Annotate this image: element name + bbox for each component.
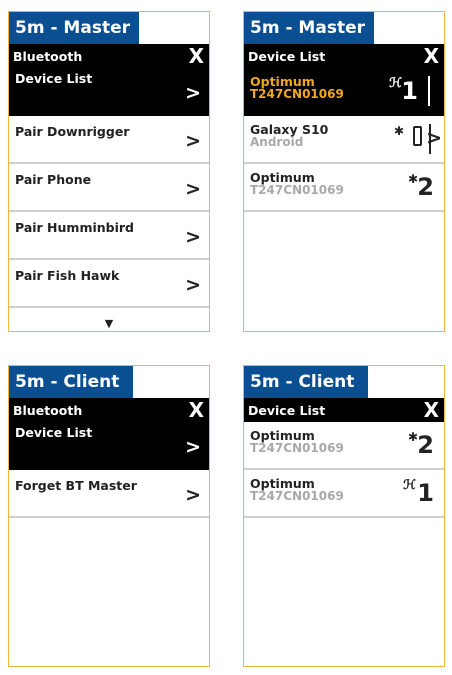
chevron-right-icon: >	[185, 130, 201, 152]
device-row-optimum-2[interactable]: Optimum T247CN01069 ✱ 2	[244, 164, 444, 212]
menu-item-device-list[interactable]: Device List >	[9, 68, 209, 116]
panel-tag: 5m - Client	[9, 366, 133, 398]
separator-bar	[428, 76, 430, 106]
panel-tag: 5m - Client	[244, 366, 368, 398]
menu-item-pair-humminbird[interactable]: Pair Humminbird >	[9, 212, 209, 260]
close-icon[interactable]: X	[189, 46, 204, 66]
device-number: 2	[417, 173, 434, 201]
device-number: 2	[417, 431, 434, 459]
menu-item-label: Pair Phone	[15, 172, 92, 187]
menu-item-label: Pair Downrigger	[15, 124, 130, 139]
menu-item-label: Device List	[15, 71, 93, 86]
device-serial: T247CN01069	[250, 441, 344, 455]
device-row-optimum-1[interactable]: Optimum T247CN01069 ℋ 1	[244, 470, 444, 518]
menu-item-label: Forget BT Master	[15, 478, 137, 493]
client-device-list-panel: Device List X Optimum T247CN01069 ✱ 2 Op…	[243, 365, 445, 667]
master-bluetooth-panel: Bluetooth X Device List > Pair Downrigge…	[8, 11, 210, 332]
chevron-right-icon: >	[185, 436, 201, 458]
menu-title: Bluetooth	[13, 402, 83, 418]
chevron-right-icon: >	[185, 484, 201, 506]
menu-item-pair-phone[interactable]: Pair Phone >	[9, 164, 209, 212]
chevron-right-icon: >	[185, 274, 201, 296]
menu-item-device-list[interactable]: Device List >	[9, 422, 209, 470]
menu-item-label: Device List	[15, 425, 93, 440]
client-bluetooth-panel: Bluetooth X Device List > Forget BT Mast…	[8, 365, 210, 667]
scroll-down-icon[interactable]: ▼	[9, 318, 209, 329]
menu-title: Bluetooth	[13, 48, 83, 64]
menu-header: Device List X	[244, 44, 444, 68]
bluetooth-icon: ✱	[393, 124, 404, 138]
menu-header: Device List X	[244, 398, 444, 422]
device-row-optimum-2[interactable]: Optimum T247CN01069 ✱ 2	[244, 422, 444, 470]
menu-title: Device List	[248, 402, 326, 418]
chevron-right-icon: >	[185, 226, 201, 248]
master-device-list-panel: Device List X Optimum T247CN01069 ℋ 1 Ga…	[243, 11, 445, 332]
phone-icon	[413, 126, 422, 146]
device-row-galaxy-s10[interactable]: Galaxy S10 Android ✱ >	[244, 116, 444, 164]
device-number: 1	[401, 77, 418, 105]
menu-item-label: Pair Humminbird	[15, 220, 135, 235]
menu-item-pair-downrigger[interactable]: Pair Downrigger >	[9, 116, 209, 164]
menu-item-forget-bt-master[interactable]: Forget BT Master >	[9, 470, 209, 518]
screen: Device List X Optimum T247CN01069 ✱ 2 Op…	[244, 398, 444, 666]
screen: Bluetooth X Device List > Pair Downrigge…	[9, 44, 209, 331]
device-serial: T247CN01069	[250, 183, 344, 197]
humminbird-icon: ℋ	[389, 76, 402, 91]
close-icon[interactable]: X	[424, 400, 439, 420]
menu-header: Bluetooth X	[9, 398, 209, 422]
device-serial: T247CN01069	[250, 489, 344, 503]
menu-item-label: Pair Fish Hawk	[15, 268, 120, 283]
device-type: Android	[250, 135, 304, 149]
chevron-right-icon: >	[185, 82, 201, 104]
device-serial: T247CN01069	[250, 87, 344, 101]
menu-title: Device List	[248, 48, 326, 64]
panel-tag: 5m - Master	[244, 12, 374, 44]
menu-item-pair-fish-hawk[interactable]: Pair Fish Hawk >	[9, 260, 209, 308]
humminbird-icon: ℋ	[403, 478, 416, 493]
device-row-optimum-1[interactable]: Optimum T247CN01069 ℋ 1	[244, 68, 444, 116]
screen: Bluetooth X Device List > Forget BT Mast…	[9, 398, 209, 666]
panel-tag: 5m - Master	[9, 12, 139, 44]
chevron-right-icon: >	[426, 127, 442, 149]
menu-header: Bluetooth X	[9, 44, 209, 68]
close-icon[interactable]: X	[189, 400, 204, 420]
device-number: 1	[417, 479, 434, 507]
chevron-right-icon: >	[185, 178, 201, 200]
close-icon[interactable]: X	[424, 46, 439, 66]
screen: Device List X Optimum T247CN01069 ℋ 1 Ga…	[244, 44, 444, 331]
